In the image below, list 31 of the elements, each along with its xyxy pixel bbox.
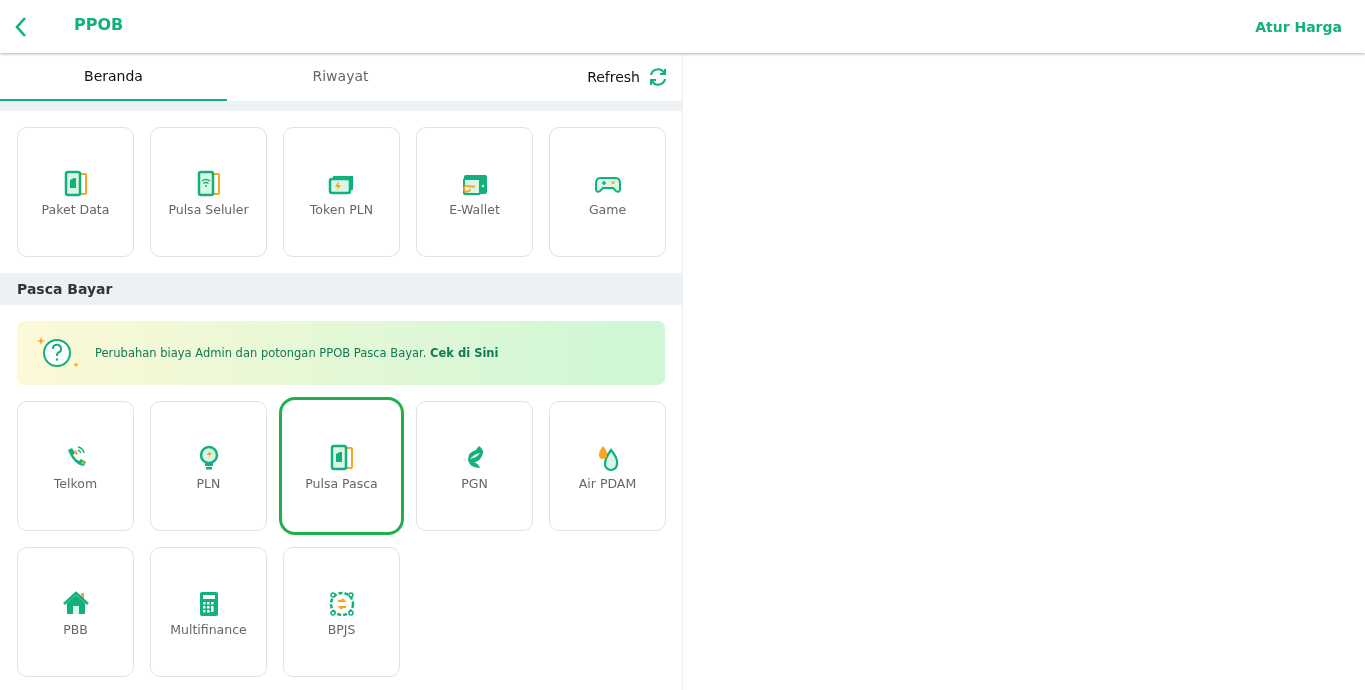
service-tile[interactable]: Telkom	[17, 401, 134, 531]
service-tile[interactable]: PBB	[17, 547, 134, 677]
tile-label: PGN	[461, 475, 488, 491]
tile-label: Multifinance	[170, 621, 247, 637]
service-tile[interactable]: E-Wallet	[416, 127, 533, 257]
tile-label: Pulsa Seluler	[168, 201, 249, 217]
service-tile[interactable]: Pulsa Pasca	[279, 397, 404, 535]
tile-label: Paket Data	[41, 201, 110, 217]
back-button[interactable]	[14, 15, 28, 38]
service-tile[interactable]: PLN	[150, 401, 267, 531]
tile-label: PLN	[196, 475, 221, 491]
service-tile[interactable]: PGN	[416, 401, 533, 531]
page-title: PPOB	[74, 14, 124, 34]
service-tile[interactable]: Token PLN	[283, 127, 400, 257]
service-tile[interactable]: BPJS	[283, 547, 400, 677]
tile-label: BPJS	[327, 621, 356, 637]
tile-label: E-Wallet	[449, 201, 500, 217]
section-header: Pasca Bayar	[0, 273, 682, 305]
tile-label: Token PLN	[309, 201, 374, 217]
tile-label: Game	[588, 201, 627, 217]
banner-text[interactable]: Perubahan biaya Admin dan potongan PPOB Pasca Bayar. Cek di Sini	[95, 346, 499, 360]
service-tile[interactable]: Paket Data	[17, 127, 134, 257]
service-tile[interactable]: Multifinance	[150, 547, 267, 677]
service-tile[interactable]: Air PDAM	[549, 401, 666, 531]
refresh-icon	[648, 67, 668, 87]
tile-label: PBB	[63, 621, 88, 637]
service-tile[interactable]: Pulsa Seluler	[150, 127, 267, 257]
tile-label: Pulsa Pasca	[305, 475, 378, 491]
service-tile[interactable]: Game	[549, 127, 666, 257]
tile-label: Telkom	[53, 475, 98, 491]
tile-label: Air PDAM	[578, 475, 637, 491]
